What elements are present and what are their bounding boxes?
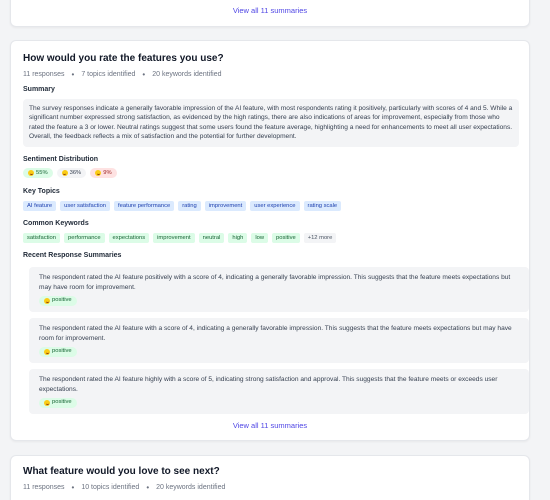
meta-separator: • (146, 483, 150, 492)
response-summary-text: The respondent rated the AI feature with… (39, 325, 512, 342)
topic-chip: AI feature (23, 201, 57, 211)
response-summary-text: The respondent rated the AI feature high… (39, 376, 498, 393)
keyword-chip: improvement (153, 233, 195, 243)
smile-icon (44, 349, 50, 355)
common-keywords-label: Common Keywords (23, 220, 89, 227)
sentiment-label: Sentiment Distribution (23, 156, 99, 163)
sentiment-neutral-badge: 36% (56, 168, 87, 178)
topics-count: 10 topics identified (81, 484, 140, 491)
recent-summaries-label: Recent Response Summaries (23, 252, 122, 259)
keyword-chip: performance (64, 233, 105, 243)
sentiment-distribution: 55% 36% 9% (23, 168, 117, 178)
neutral-face-icon (61, 170, 68, 176)
response-summary-item: The respondent rated the AI feature posi… (29, 267, 529, 312)
sentiment-value: positive (52, 297, 72, 304)
sentiment-badge: positive (39, 347, 77, 357)
keywords-count: 20 keywords identified (152, 71, 222, 78)
smile-icon (28, 170, 34, 176)
view-all-summaries-link[interactable]: View all 11 summaries (11, 6, 529, 15)
topic-chip: improvement (204, 201, 247, 211)
topic-chip: user satisfaction (60, 201, 111, 211)
question-title: How would you rate the features you use? (23, 53, 224, 64)
summary-label: Summary (23, 86, 55, 93)
response-summary-text: The respondent rated the AI feature posi… (39, 274, 511, 291)
question-card: How would you rate the features you use?… (10, 40, 530, 441)
view-all-summaries-link[interactable]: View all 11 summaries (11, 421, 529, 430)
sentiment-positive-value: 55% (36, 170, 48, 176)
keyword-chip: neutral (198, 233, 225, 243)
keyword-chip: high (228, 233, 248, 243)
keywords-count: 20 keywords identified (156, 484, 226, 491)
key-topics-label: Key Topics (23, 188, 60, 195)
sentiment-negative-value: 9% (103, 170, 112, 176)
sentiment-neutral-value: 36% (69, 170, 82, 176)
key-topics-list: AI feature user satisfaction feature per… (23, 201, 342, 211)
sentiment-badge: positive (39, 398, 77, 408)
question-meta: 11 responses • 10 topics identified • 20… (23, 483, 225, 492)
summary-text: The survey responses indicate a generall… (23, 99, 519, 147)
sentiment-negative-badge: 9% (90, 168, 117, 178)
meta-separator: • (71, 483, 75, 492)
sentiment-badge: positive (39, 296, 77, 306)
sentiment-positive-badge: 55% (23, 168, 53, 178)
keyword-chip: expectations (108, 233, 150, 243)
keyword-chip: positive (272, 233, 300, 243)
topic-chip: feature performance (114, 201, 175, 211)
response-summary-item: The respondent rated the AI feature high… (29, 369, 529, 414)
next-question-card: What feature would you love to see next?… (10, 455, 530, 500)
smile-icon (44, 298, 50, 304)
more-keywords-chip[interactable]: +12 more (303, 233, 337, 243)
topic-chip: user experience (250, 201, 300, 211)
previous-question-card: View all 11 summaries (10, 0, 530, 27)
keyword-chip: satisfaction (23, 233, 60, 243)
sentiment-value: positive (52, 348, 72, 355)
keyword-chip: low (251, 233, 269, 243)
topic-chip: rating (178, 201, 201, 211)
topics-count: 7 topics identified (81, 71, 136, 78)
responses-count: 11 responses (23, 484, 65, 491)
question-title: What feature would you love to see next? (23, 466, 220, 477)
common-keywords-list: satisfaction performance expectations im… (23, 233, 337, 243)
sentiment-value: positive (52, 399, 72, 406)
response-summary-item: The respondent rated the AI feature with… (29, 318, 529, 363)
smile-icon (44, 400, 50, 406)
responses-count: 11 responses (23, 71, 65, 78)
question-meta: 11 responses • 7 topics identified • 20 … (23, 70, 222, 79)
sad-face-icon (95, 170, 102, 176)
meta-separator: • (142, 70, 146, 79)
meta-separator: • (71, 70, 75, 79)
topic-chip: rating scale (303, 201, 342, 211)
